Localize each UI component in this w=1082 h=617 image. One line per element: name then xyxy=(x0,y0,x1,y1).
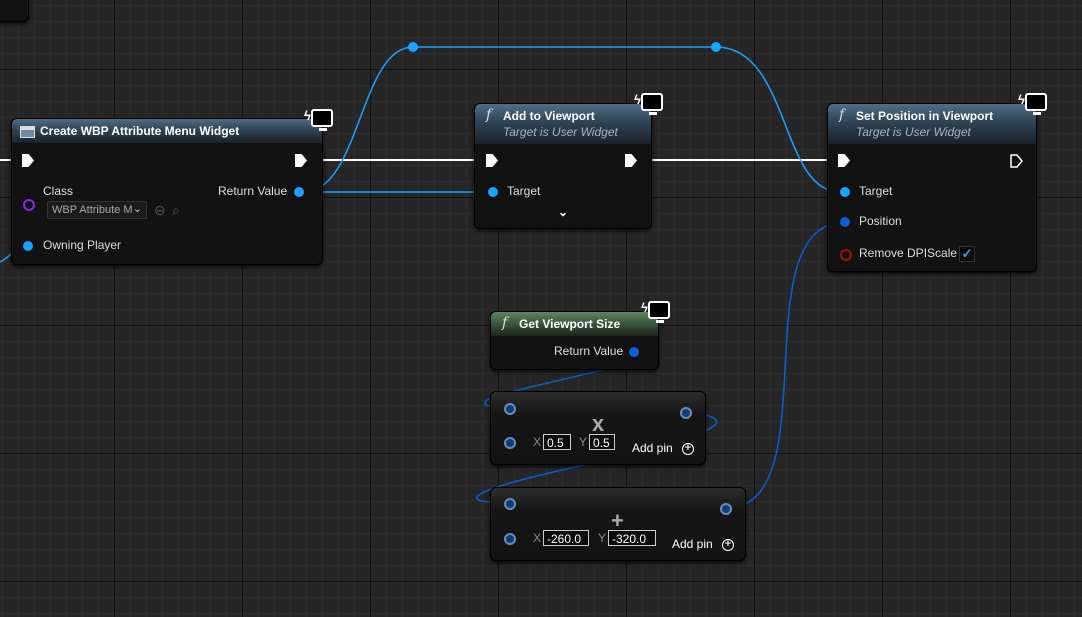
add-input-b-pin[interactable] xyxy=(504,533,516,545)
function-icon: f xyxy=(486,107,492,123)
add-pin-button[interactable]: Add pin xyxy=(672,537,713,551)
target-label: Target xyxy=(859,184,893,198)
add-output-pin[interactable] xyxy=(720,503,732,515)
network-icon xyxy=(648,301,670,323)
return-value-label: Return Value xyxy=(554,344,624,358)
reroute-knot-left[interactable] xyxy=(408,42,418,52)
bolt-icon: ϟ xyxy=(1018,92,1025,107)
add-x-input[interactable]: -260.0 xyxy=(543,530,589,546)
y-axis-label: Y xyxy=(579,435,588,449)
get-viewport-size-node[interactable]: f Get Viewport Size xyxy=(490,311,659,370)
chevron-down-icon: ⌄ xyxy=(132,203,142,215)
bolt-icon: ϟ xyxy=(304,108,311,123)
owning-player-pin[interactable] xyxy=(23,241,33,251)
widget-icon xyxy=(20,126,35,138)
node-title: Set Position in Viewport xyxy=(856,109,994,123)
network-icon xyxy=(641,93,663,115)
offscreen-node-edge[interactable] xyxy=(0,0,29,22)
node-title: Add to Viewport xyxy=(503,109,595,123)
multiply-output-pin[interactable] xyxy=(680,407,692,419)
x-axis-label: X xyxy=(533,531,542,545)
get-viewport-size-header: f Get Viewport Size xyxy=(491,312,658,336)
node-title: Create WBP Attribute Menu Widget xyxy=(40,124,240,138)
node-subtitle: Target is User Widget xyxy=(856,125,971,139)
add-x-value: -260.0 xyxy=(547,532,582,546)
set-position-header: f Set Position in Viewport Target is Use… xyxy=(828,104,1036,144)
checkmark-icon: ✓ xyxy=(961,246,973,261)
owning-player-label: Owning Player xyxy=(43,238,122,252)
multiply-input-b-pin[interactable] xyxy=(504,437,516,449)
remove-dpiscale-label: Remove DPIScale xyxy=(859,246,958,260)
class-label: Class xyxy=(43,184,74,198)
function-icon: f xyxy=(839,107,845,123)
network-icon xyxy=(1025,93,1047,115)
target-pin[interactable] xyxy=(840,187,850,197)
reset-icon[interactable]: ⊖ xyxy=(154,202,166,219)
y-axis-label: Y xyxy=(598,531,607,545)
multiply-y-value: 0.5 xyxy=(593,436,610,450)
multiply-input-a-pin[interactable] xyxy=(504,403,516,415)
position-pin[interactable] xyxy=(840,217,850,227)
class-dropdown-value: WBP Attribute M xyxy=(52,204,133,216)
plus-icon[interactable]: + xyxy=(682,443,694,455)
search-icon[interactable]: ⌕ xyxy=(172,202,180,219)
class-pin[interactable] xyxy=(23,199,35,211)
add-input-a-pin[interactable] xyxy=(504,498,516,510)
add-pin-button[interactable]: Add pin xyxy=(632,441,673,455)
target-pin[interactable] xyxy=(488,187,498,197)
bolt-icon: ϟ xyxy=(641,300,648,315)
class-dropdown[interactable]: WBP Attribute M ⌄ xyxy=(47,201,147,219)
add-to-viewport-header: f Add to Viewport Target is User Widget xyxy=(475,104,651,144)
create-widget-header: Create WBP Attribute Menu Widget xyxy=(12,119,322,143)
reroute-knot-right[interactable] xyxy=(711,42,721,52)
multiply-x-value: 0.5 xyxy=(547,436,564,450)
x-axis-label: X xyxy=(533,435,542,449)
position-label: Position xyxy=(859,214,902,228)
add-y-value: -320.0 xyxy=(612,532,647,546)
return-value-label: Return Value xyxy=(218,184,288,198)
return-value-pin[interactable] xyxy=(629,347,639,357)
add-y-input[interactable]: -320.0 xyxy=(608,530,656,546)
return-value-pin[interactable] xyxy=(294,187,304,197)
exec-out-pin[interactable] xyxy=(1010,154,1023,168)
node-subtitle: Target is User Widget xyxy=(503,125,618,139)
network-icon xyxy=(311,109,333,131)
remove-dpiscale-checkbox[interactable]: ✓ xyxy=(959,246,975,262)
function-icon: f xyxy=(502,315,508,331)
target-label: Target xyxy=(507,184,541,198)
bolt-icon: ϟ xyxy=(634,92,641,107)
plus-icon[interactable]: + xyxy=(722,539,734,551)
chevron-down-icon[interactable]: ⌄ xyxy=(558,205,568,219)
multiply-y-input[interactable]: 0.5 xyxy=(589,434,615,450)
remove-dpiscale-pin[interactable] xyxy=(840,249,852,261)
node-title: Get Viewport Size xyxy=(519,317,621,331)
multiply-x-input[interactable]: 0.5 xyxy=(543,434,571,450)
